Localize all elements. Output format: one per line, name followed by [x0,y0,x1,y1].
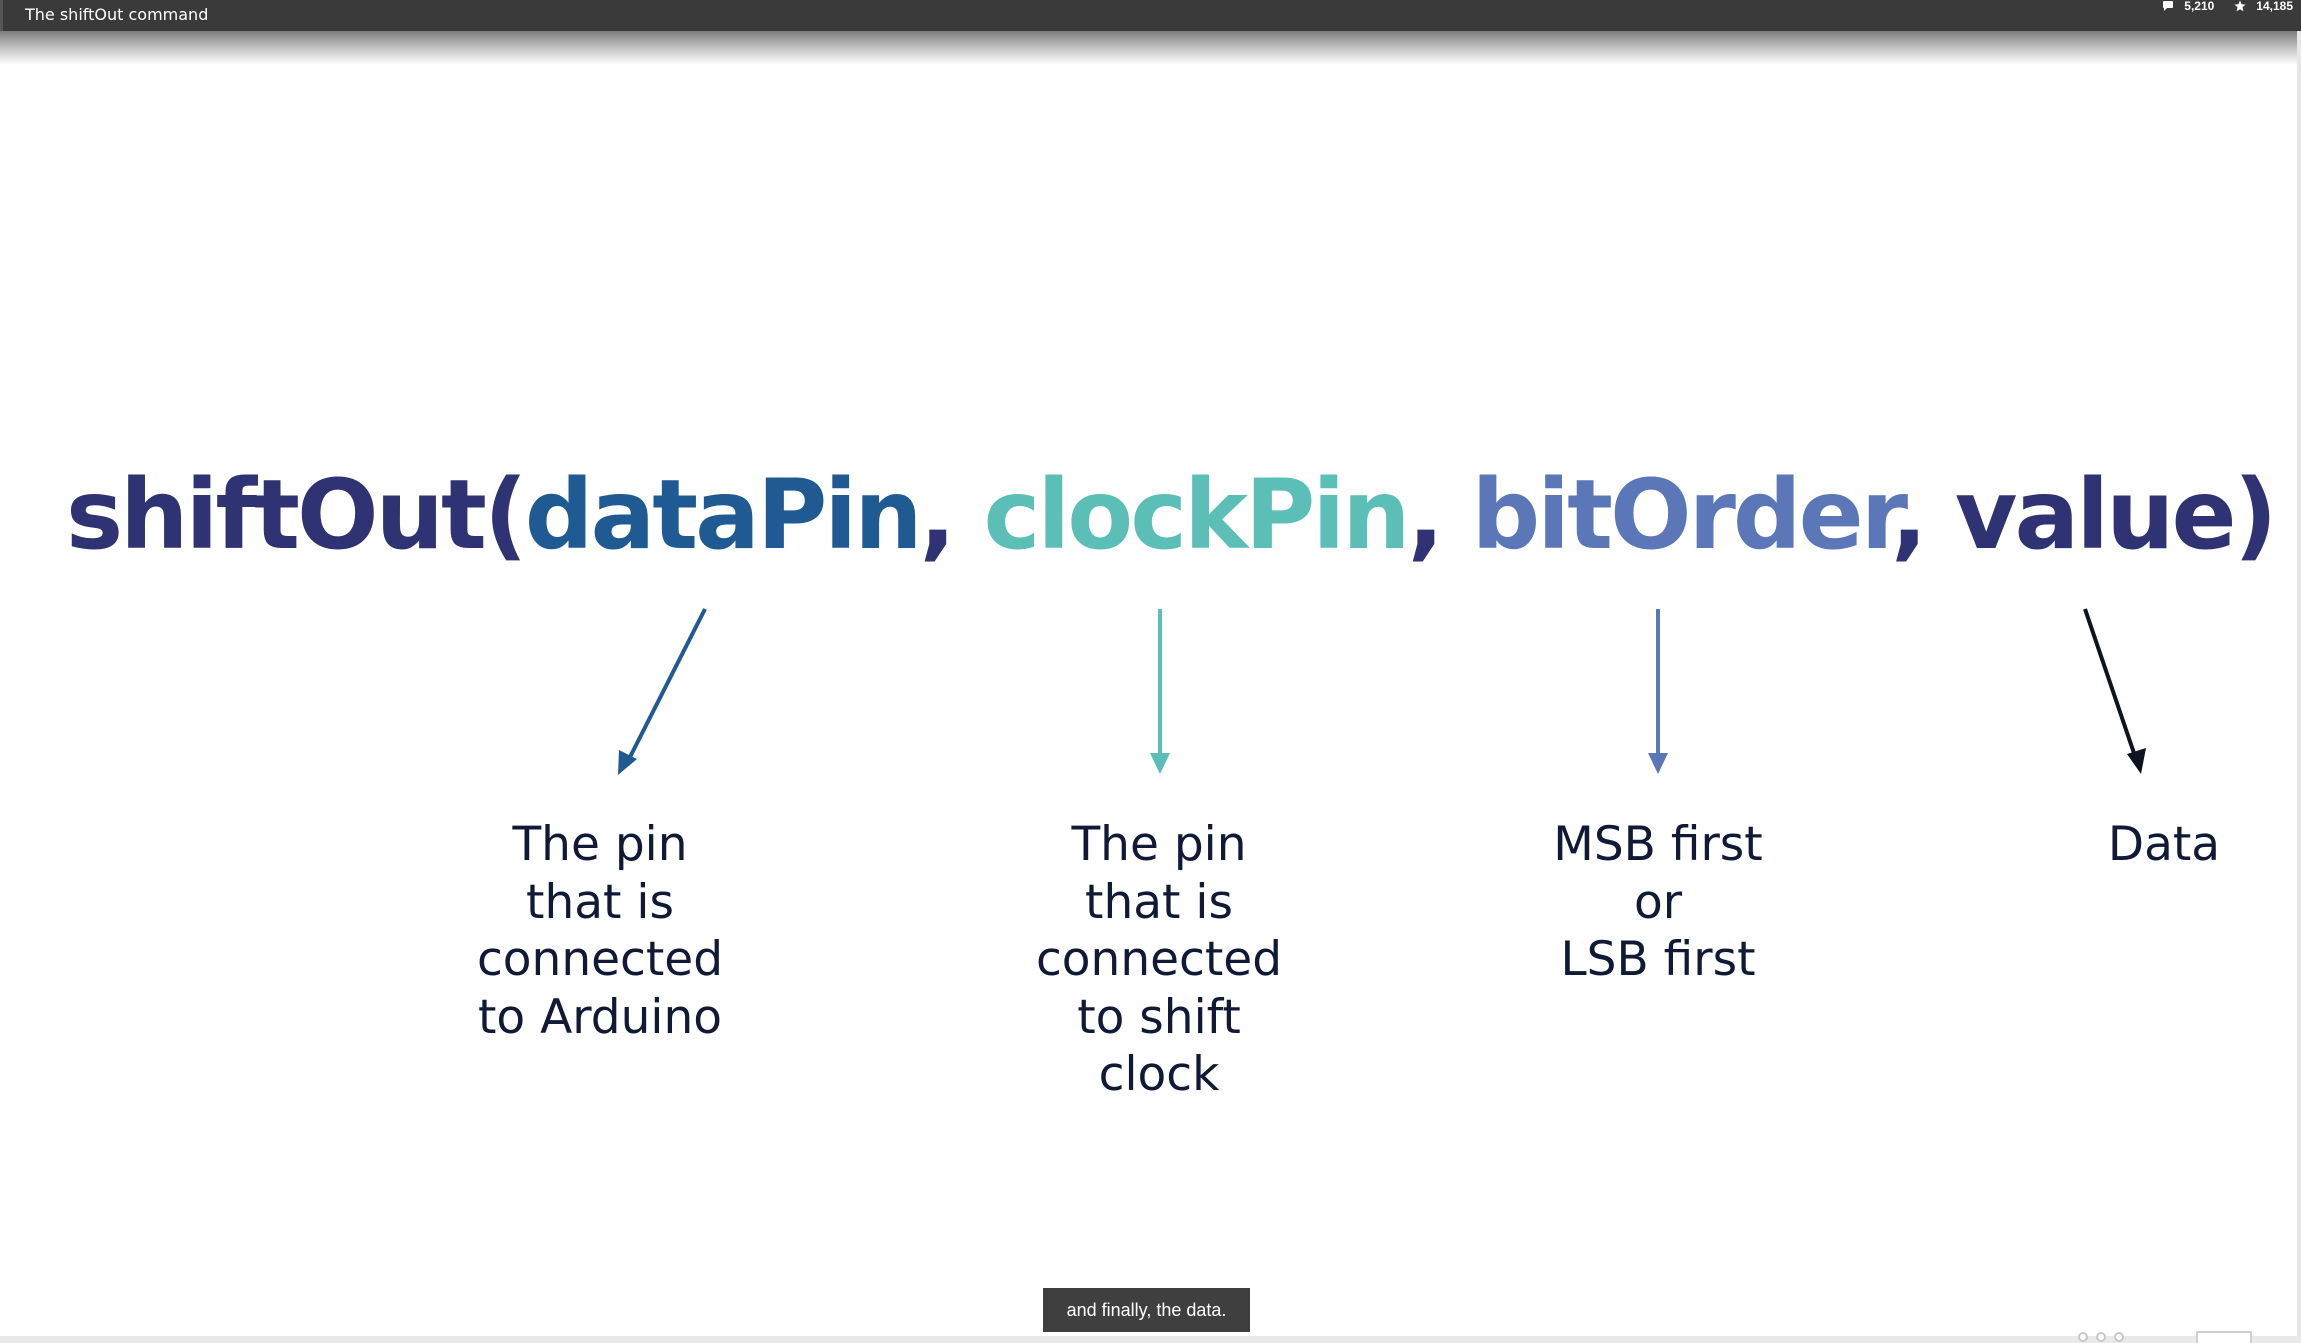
value-description: Data [2004,816,2301,874]
pagination-dot[interactable] [2096,1332,2106,1342]
arrow-down-icon [1150,609,1170,774]
description-line: to Arduino [478,989,722,1045]
description-line: Data [2107,817,2221,872]
description-line: connected [1035,932,1283,987]
arrows-layer [618,608,2146,775]
pagination-dot[interactable] [2114,1332,2124,1342]
fullscreen-control[interactable] [2196,1331,2252,1343]
pagination-dot[interactable] [2078,1332,2088,1342]
description-line: clock [1098,1047,1220,1102]
description-line: to shift [1077,989,1241,1045]
description-line: LSB first [1560,932,1756,987]
video-player[interactable]: The shiftOut command 5,210 14,185 shiftO… [0,0,2301,1343]
subtitle-caption: and finally, the data. [1043,1288,1250,1332]
description-line: connected [476,932,724,987]
description-line: MSB first [1553,817,1763,872]
bitorder-description: MSB first or LSB first [1498,816,1818,989]
arrow-down-icon [1648,609,1668,774]
clockpin-description: The pin that is connected to shift clock [999,816,1319,1104]
description-line: or [1633,874,1683,930]
arrow-down-right-icon [2083,608,2146,774]
description-line: that is [1085,874,1233,930]
description-line: The pin [512,817,688,872]
player-controls-strip[interactable] [0,1336,2301,1343]
arrow-down-left-icon [618,608,707,775]
description-line: that is [526,874,674,930]
slide-pagination[interactable] [2078,1332,2124,1342]
description-line: The pin [1071,817,1247,872]
datapin-description: The pin that is connected to Arduino [440,816,760,1046]
